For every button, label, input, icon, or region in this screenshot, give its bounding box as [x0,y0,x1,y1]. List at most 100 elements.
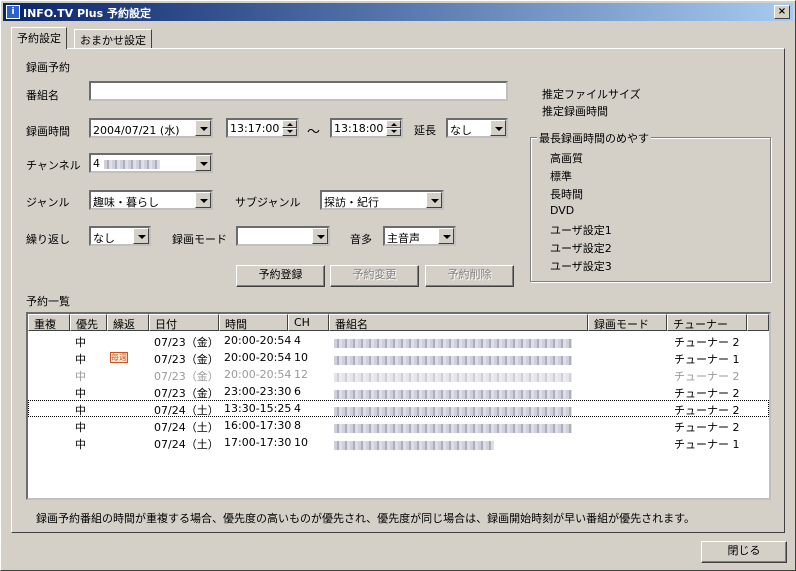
row-tuner: チューナー 2 [674,404,740,417]
row-tuner: チューナー 1 [674,438,740,451]
audio-label: 音多 [350,233,372,246]
subgenre-value: 探訪・紀行 [324,196,379,209]
genre-value: 趣味・暮らし [93,196,159,209]
table-row[interactable]: 中 07/24（土） 16:00-17:30 8 チューナー 2 [28,417,769,434]
time-label: 録画時間 [26,125,70,138]
guide-item-user3: ユーザ設定3 [550,260,612,273]
dialog-window: i INFO.TV Plus 予約設定 × 予約設定 おまかせ設定 録画予約 番… [0,0,796,571]
repeat-select[interactable]: なし [89,226,151,246]
subgenre-label: サブジャンル [235,196,301,209]
guide-item-standard: 標準 [550,170,572,183]
col-header-overlap[interactable]: 重複 [28,314,70,331]
row-time: 23:00-23:30 [224,385,292,398]
row-date: 07/24（土） [154,404,219,417]
close-icon[interactable]: × [774,5,790,19]
chevron-down-icon[interactable] [133,228,149,244]
table-row[interactable]: 中 07/23（金） 20:00-20:54 12 チューナー 2 [28,366,769,383]
row-date: 07/24（土） [154,438,219,451]
estimated-file-size-label: 推定ファイルサイズ [542,88,641,101]
spin-up-icon[interactable] [282,120,297,128]
chevron-down-icon[interactable] [195,155,211,171]
program-name-redacted [334,389,572,399]
row-time: 20:00-20:54 [224,351,292,364]
extend-select[interactable]: なし [446,118,508,138]
table-row[interactable]: 中 毎週 07/23（金） 20:00-20:54 10 チューナー 1 [28,349,769,366]
delete-button[interactable]: 予約削除 [425,265,514,287]
priority-note: 録画予約番組の時間が重複する場合、優先度の高いものが優先され、優先度が同じ場合は… [36,512,696,525]
mode-label: 録画モード [172,233,227,246]
chevron-down-icon[interactable] [195,120,211,136]
audio-select[interactable]: 主音声 [383,226,456,246]
estimated-rec-time-label: 推定録画時間 [542,105,608,118]
row-ch: 4 [294,402,301,415]
col-header-repeat[interactable]: 繰返 [107,314,149,331]
program-name-redacted [334,338,572,348]
table-row-selected[interactable]: 中 07/24（土） 13:30-15:25 4 チューナー 2 [28,400,769,417]
row-priority: 中 [75,421,86,434]
section-title: 録画予約 [26,61,70,74]
audio-value: 主音声 [387,232,420,245]
col-header-date[interactable]: 日付 [149,314,219,331]
chevron-down-icon[interactable] [426,192,442,208]
end-time-spinner[interactable]: 13:18:00 [330,118,403,138]
window-title: INFO.TV Plus 予約設定 [23,7,151,20]
date-select[interactable]: 2004/07/21 (水) [89,118,213,138]
date-value: 2004/07/21 (水) [93,124,180,137]
guide-item-dvd: DVD [550,204,575,217]
guide-item-long: 長時間 [550,188,583,201]
row-ch: 6 [294,385,301,398]
table-row[interactable]: 中 07/23（金） 23:00-23:30 6 チューナー 2 [28,383,769,400]
end-time-value: 13:18:00 [334,122,384,135]
program-label: 番組名 [26,89,59,102]
chevron-down-icon[interactable] [490,120,506,136]
channel-select[interactable]: 4 [89,153,213,173]
change-button[interactable]: 予約変更 [330,265,419,287]
start-time-value: 13:17:00 [230,122,280,135]
col-header-program[interactable]: 番組名 [329,314,588,331]
list-title: 予約一覧 [26,295,70,308]
col-header-time[interactable]: 時間 [219,314,288,331]
guide-groupbox: 最長録画時間のめやす 高画質 標準 長時間 DVD ユーザ設定1 ユーザ設定2 … [530,130,771,282]
spin-up-icon[interactable] [386,120,401,128]
row-priority: 中 [75,387,86,400]
close-button[interactable]: 閉じる [701,541,787,563]
row-tuner: チューナー 1 [674,353,740,366]
row-ch: 4 [294,334,301,347]
row-priority: 中 [75,370,86,383]
chevron-down-icon[interactable] [438,228,454,244]
tab-auto-settings[interactable]: おまかせ設定 [74,29,152,48]
spin-down-icon[interactable] [282,128,297,136]
tab-reservation[interactable]: 予約設定 [11,27,67,49]
program-name-input[interactable] [89,81,508,101]
subgenre-select[interactable]: 探訪・紀行 [320,190,444,210]
program-name-redacted [334,372,572,382]
program-name-redacted [334,406,572,416]
guide-title: 最長録画時間のめやす [537,130,651,146]
row-tuner: チューナー 2 [674,421,740,434]
row-ch: 10 [294,351,308,364]
col-header-tuner[interactable]: チューナー [667,314,747,331]
spin-down-icon[interactable] [386,128,401,136]
extend-value: なし [450,124,472,137]
row-ch: 10 [294,436,308,449]
repeat-label: 繰り返し [26,233,70,246]
row-tuner: チューナー 2 [674,370,740,383]
register-button[interactable]: 予約登録 [236,265,325,287]
col-header-ch[interactable]: CH [288,314,329,331]
guide-item-user2: ユーザ設定2 [550,242,612,255]
row-priority: 中 [75,353,86,366]
col-header-priority[interactable]: 優先 [70,314,107,331]
chevron-down-icon[interactable] [195,192,211,208]
row-ch: 12 [294,368,308,381]
start-time-spinner[interactable]: 13:17:00 [226,118,299,138]
chevron-down-icon[interactable] [312,228,328,244]
program-name-redacted [334,423,572,433]
genre-select[interactable]: 趣味・暮らし [89,190,213,210]
table-row[interactable]: 中 07/24（土） 17:00-17:30 10 チューナー 1 [28,434,769,451]
col-header-mode[interactable]: 録画モード [588,314,667,331]
table-row[interactable]: 中 07/23（金） 20:00-20:54 4 チューナー 2 [28,332,769,349]
mode-select[interactable] [236,226,330,246]
title-bar[interactable]: i INFO.TV Plus 予約設定 × [3,3,793,21]
reservation-list[interactable]: 重複 優先 繰返 日付 時間 CH 番組名 録画モード チューナー 中 07/2… [26,312,771,500]
extend-label: 延長 [414,124,436,137]
